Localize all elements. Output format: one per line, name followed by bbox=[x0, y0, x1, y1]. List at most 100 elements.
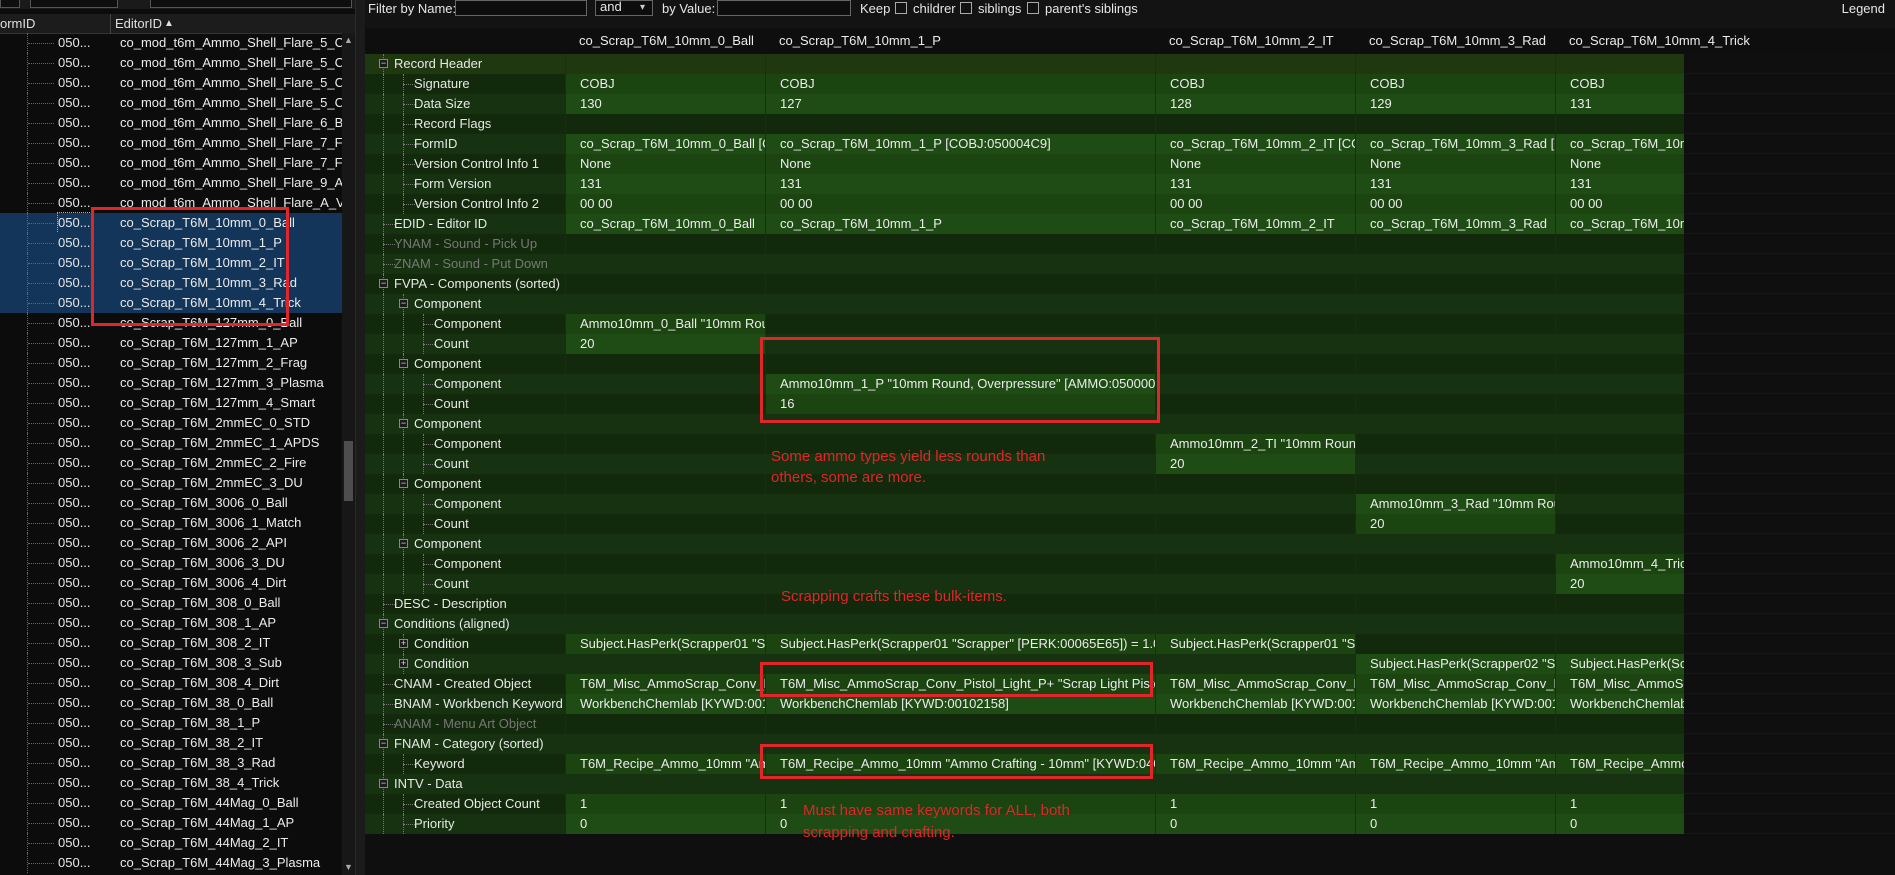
tree-row[interactable]: 050... co_Scrap_T6M_308_3_Sub bbox=[0, 653, 342, 673]
grid-cell[interactable] bbox=[1355, 534, 1555, 554]
scroll-down-icon[interactable]: ▼ bbox=[343, 862, 354, 873]
grid-cell[interactable]: 131 bbox=[1155, 174, 1355, 194]
tree-row[interactable]: 050... co_Scrap_T6M_44Mag_3_Plasma bbox=[0, 853, 342, 873]
grid-cell[interactable]: WorkbenchChemlab [KYWD:001... bbox=[1155, 694, 1355, 714]
tree-row[interactable]: 050... co_mod_t6m_Ammo_Shell_Flare_5_Coin… bbox=[0, 93, 342, 113]
grid-cell[interactable]: 130 bbox=[565, 94, 765, 114]
grid-cell[interactable]: co_Scrap_T6M_10mm_2_IT [COB... bbox=[1155, 134, 1355, 154]
grid-cell[interactable] bbox=[1355, 714, 1555, 734]
record-column-header[interactable]: co_Scrap_T6M_10mm_4_Trick bbox=[1569, 33, 1750, 48]
tree-row[interactable]: 050... co_mod_t6m_Ammo_Shell_Flare_7_Flet bbox=[0, 133, 342, 153]
tree-row[interactable]: 050... co_Scrap_T6M_3006_1_Match bbox=[0, 513, 342, 533]
grid-cell[interactable] bbox=[565, 294, 765, 314]
tree-row[interactable]: 050... co_Scrap_T6M_38_3_Rad bbox=[0, 753, 342, 773]
grid-cell[interactable]: 0 bbox=[1555, 814, 1684, 834]
grid-cell[interactable] bbox=[565, 474, 765, 494]
grid-cell[interactable]: 20 bbox=[565, 334, 765, 354]
grid-cell[interactable] bbox=[1355, 434, 1555, 454]
grid-cell[interactable]: 131 bbox=[565, 174, 765, 194]
grid-cell[interactable] bbox=[1555, 734, 1684, 754]
tree-row[interactable]: 050... co_Scrap_T6M_127mm_2_Frag bbox=[0, 353, 342, 373]
grid-cell[interactable] bbox=[765, 54, 1155, 74]
grid-cell[interactable] bbox=[565, 534, 765, 554]
grid-cell[interactable] bbox=[1155, 474, 1355, 494]
grid-cell[interactable] bbox=[1155, 334, 1355, 354]
grid-cell[interactable] bbox=[1155, 354, 1355, 374]
grid-row[interactable]: + Condition Subject.HasPerk(Scrapper01 "Sc… bbox=[365, 634, 1895, 654]
grid-cell[interactable] bbox=[1355, 254, 1555, 274]
grid-row[interactable]: − Component bbox=[365, 534, 1895, 554]
tree-row[interactable]: 050... co_Scrap_T6M_38_4_Trick bbox=[0, 773, 342, 793]
grid-row[interactable]: Form Version 131 131 131 131 131 bbox=[365, 174, 1895, 194]
grid-row[interactable]: DESC - Description bbox=[365, 594, 1895, 614]
grid-row[interactable]: Component Ammo10mm_2_TI "10mm Roun... bbox=[365, 434, 1895, 454]
grid-cell[interactable] bbox=[1355, 354, 1555, 374]
grid-cell[interactable] bbox=[765, 534, 1155, 554]
grid-cell[interactable] bbox=[1555, 234, 1684, 254]
grid-row[interactable]: Count 20 bbox=[365, 574, 1895, 594]
tree-row[interactable]: 050... co_mod_t6m_Ammo_Shell_Flare_5_Coin bbox=[0, 33, 342, 53]
grid-cell[interactable] bbox=[1555, 474, 1684, 494]
grid-cell[interactable] bbox=[565, 594, 765, 614]
grid-cell[interactable]: None bbox=[1555, 154, 1684, 174]
grid-cell[interactable] bbox=[1555, 614, 1684, 634]
grid-cell[interactable] bbox=[565, 554, 765, 574]
grid-cell[interactable] bbox=[1155, 414, 1355, 434]
grid-cell[interactable] bbox=[1555, 454, 1684, 474]
grid-cell[interactable]: WorkbenchChemlab [KYWD:001... bbox=[1355, 694, 1555, 714]
grid-cell[interactable]: 20 bbox=[1355, 514, 1555, 534]
grid-cell[interactable]: 131 bbox=[1555, 174, 1684, 194]
grid-cell[interactable] bbox=[565, 714, 765, 734]
record-column-header[interactable]: co_Scrap_T6M_10mm_3_Rad bbox=[1369, 33, 1546, 48]
grid-cell[interactable] bbox=[1355, 634, 1555, 654]
grid-cell[interactable]: 1 bbox=[1555, 794, 1684, 814]
grid-cell[interactable]: 1 bbox=[1355, 794, 1555, 814]
tree-scrollbar[interactable]: ▲ ▼ bbox=[342, 33, 355, 875]
grid-row[interactable]: ANAM - Menu Art Object bbox=[365, 714, 1895, 734]
grid-cell[interactable] bbox=[765, 314, 1155, 334]
grid-cell[interactable] bbox=[1555, 494, 1684, 514]
grid-cell[interactable]: Subject.HasPerk(Scrapper02 "Scrapper" [P… bbox=[1555, 654, 1684, 674]
grid-cell[interactable] bbox=[1355, 334, 1555, 354]
tree-row[interactable]: 050... co_Scrap_T6M_2mmEC_1_APDS bbox=[0, 433, 342, 453]
filter-name-input[interactable] bbox=[455, 0, 587, 16]
grid-row[interactable]: − Component bbox=[365, 294, 1895, 314]
grid-cell[interactable] bbox=[565, 434, 765, 454]
grid-cell[interactable] bbox=[1555, 354, 1684, 374]
grid-cell[interactable] bbox=[1155, 774, 1355, 794]
grid-row[interactable]: Signature COBJ COBJ COBJ COBJ COBJ bbox=[365, 74, 1895, 94]
grid-cell[interactable] bbox=[565, 734, 765, 754]
grid-cell[interactable]: co_Scrap_T6M_10mm_1_P bbox=[765, 214, 1155, 234]
grid-cell[interactable]: COBJ bbox=[1555, 74, 1684, 94]
grid-cell[interactable] bbox=[565, 494, 765, 514]
grid-cell[interactable] bbox=[565, 514, 765, 534]
grid-cell[interactable] bbox=[1555, 774, 1684, 794]
grid-cell[interactable] bbox=[1155, 54, 1355, 74]
collapse-icon[interactable]: − bbox=[399, 359, 408, 368]
tree-row[interactable]: 050... co_Scrap_T6M_44Mag_0_Ball bbox=[0, 793, 342, 813]
grid-cell[interactable] bbox=[1155, 594, 1355, 614]
grid-cell[interactable]: WorkbenchChemlab [KYWD:00102158] bbox=[1555, 694, 1684, 714]
grid-cell[interactable] bbox=[765, 274, 1155, 294]
grid-cell[interactable] bbox=[1555, 314, 1684, 334]
tree-row[interactable]: 050... co_Scrap_T6M_44Mag_1_AP bbox=[0, 813, 342, 833]
grid-cell[interactable] bbox=[1155, 374, 1355, 394]
grid-cell[interactable]: WorkbenchChemlab [KYWD:00102158] bbox=[765, 694, 1155, 714]
grid-cell[interactable]: 128 bbox=[1155, 94, 1355, 114]
grid-cell[interactable] bbox=[1555, 394, 1684, 414]
grid-row[interactable]: − FVPA - Components (sorted) bbox=[365, 274, 1895, 294]
grid-cell[interactable] bbox=[1155, 274, 1355, 294]
grid-cell[interactable]: Ammo10mm_0_Ball "10mm Rou... bbox=[565, 314, 765, 334]
scroll-up-icon[interactable]: ▲ bbox=[343, 35, 354, 46]
grid-cell[interactable]: WorkbenchChemlab [KYWD:001... bbox=[565, 694, 765, 714]
tree-row[interactable]: 050... co_Scrap_T6M_3006_4_Dirt bbox=[0, 573, 342, 593]
grid-cell[interactable] bbox=[1155, 314, 1355, 334]
collapse-icon[interactable]: − bbox=[399, 419, 408, 428]
tree-row[interactable]: 050... co_Scrap_T6M_3006_2_API bbox=[0, 533, 342, 553]
grid-cell[interactable]: 0 bbox=[1155, 814, 1355, 834]
editorid-column-header[interactable]: EditorID bbox=[115, 16, 162, 31]
grid-row[interactable]: − Record Header bbox=[365, 54, 1895, 74]
grid-cell[interactable]: 20 bbox=[1155, 454, 1355, 474]
grid-cell[interactable] bbox=[565, 774, 765, 794]
grid-cell[interactable]: co_Scrap_T6M_10mm_4_Trick bbox=[1555, 214, 1684, 234]
